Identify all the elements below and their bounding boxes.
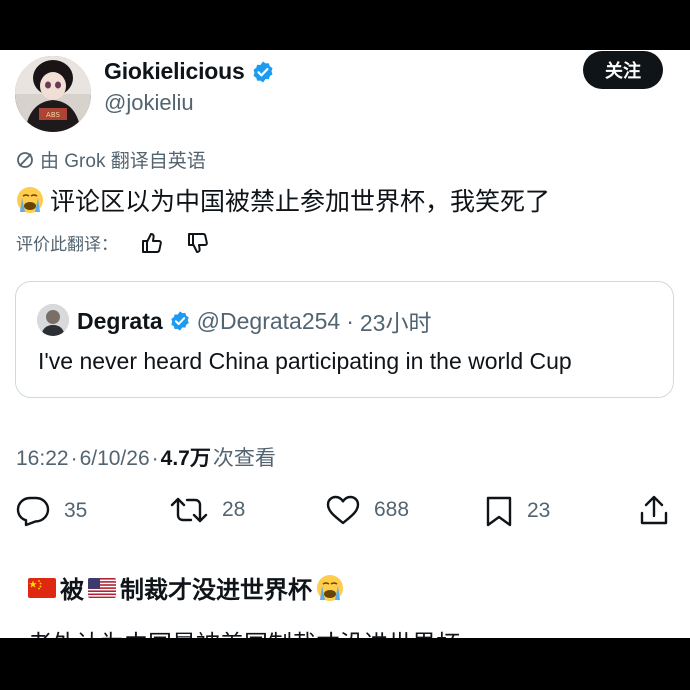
author-display-name[interactable]: Giokielicious xyxy=(104,58,245,85)
verified-badge-icon xyxy=(253,61,273,82)
rate-translation-row: 评价此翻译： xyxy=(16,230,210,255)
share-icon xyxy=(640,495,668,525)
thumbs-down-icon[interactable] xyxy=(186,232,210,254)
tweet-body: 评论区以为中国被禁止参加世界杯，我笑死了 xyxy=(16,182,550,218)
tweet-meta: 16:22 · 6/10/26 · 4.7万 次查看 xyxy=(16,442,276,472)
partial-body-text: 老外认为中国是被美国制裁才没进世界杯 xyxy=(28,624,460,638)
quoted-author-avatar[interactable] xyxy=(37,304,69,336)
quoted-time: 23小时 xyxy=(359,310,432,336)
caption-part-2: 制裁才没进世界杯 xyxy=(120,577,312,604)
bookmark-count: 23 xyxy=(527,499,551,522)
tweet-time[interactable]: 16:22 xyxy=(16,447,69,471)
us-flag xyxy=(88,577,116,598)
reply-count: 35 xyxy=(64,499,88,522)
like-button[interactable]: 688 xyxy=(326,495,409,525)
china-flag xyxy=(28,577,56,598)
follow-button[interactable]: 关注 xyxy=(583,51,663,89)
avatar-image: ABS xyxy=(15,56,91,132)
quoted-tweet[interactable]: Degrata @Degrata254 · 23小时 I've never he… xyxy=(15,281,674,398)
translated-by-label: 由 Grok 翻译自英语 xyxy=(40,151,206,172)
like-count: 688 xyxy=(374,498,410,521)
views-label: 次查看 xyxy=(212,447,276,470)
caption-line: 被 制裁才没进世界杯 xyxy=(28,570,344,605)
views-count: 4.7万 xyxy=(160,447,211,470)
author-avatar[interactable]: ABS xyxy=(15,56,91,132)
bookmark-icon xyxy=(486,496,512,527)
quoted-separator: · xyxy=(346,307,354,334)
quoted-author-name: Degrata xyxy=(77,307,163,334)
reply-icon xyxy=(16,496,50,527)
loudly-crying-face-emoji xyxy=(317,574,343,601)
repost-button[interactable]: 28 xyxy=(170,495,245,525)
meta-separator: · xyxy=(151,447,159,470)
quoted-header: Degrata @Degrata254 · 23小时 xyxy=(77,304,431,338)
loudly-crying-face-emoji xyxy=(17,187,43,213)
rate-translation-label: 评价此翻译： xyxy=(16,235,118,254)
share-button[interactable] xyxy=(639,495,669,527)
tweet-detail: ABS Giokielicious @jokieliu 关注 由 Grok 翻译… xyxy=(0,50,690,638)
quoted-author-handle: @Degrata254 xyxy=(196,307,341,334)
repost-count: 28 xyxy=(222,498,246,521)
translated-by-row[interactable]: 由 Grok 翻译自英语 xyxy=(16,146,206,173)
reply-button[interactable]: 35 xyxy=(16,495,87,527)
bookmark-button[interactable]: 23 xyxy=(485,495,550,527)
translate-slash-icon xyxy=(17,151,33,168)
repost-icon xyxy=(170,497,208,523)
meta-separator: · xyxy=(70,447,78,470)
author-handle[interactable]: @jokieliu xyxy=(104,90,194,116)
caption-part-1: 被 xyxy=(60,577,84,604)
quoted-text: I've never heard China participating in … xyxy=(38,348,572,374)
thumbs-up-icon[interactable] xyxy=(140,232,164,254)
avatar-image xyxy=(37,304,69,336)
svg-text:ABS: ABS xyxy=(46,111,60,119)
tweet-text: 评论区以为中国被禁止参加世界杯，我笑死了 xyxy=(50,188,551,216)
tweet-date[interactable]: 6/10/26 xyxy=(80,447,150,471)
author-name-row: Giokielicious xyxy=(104,58,275,85)
heart-icon xyxy=(326,495,360,525)
action-bar: 35 28 688 23 xyxy=(0,495,690,535)
verified-badge-icon xyxy=(170,311,189,331)
